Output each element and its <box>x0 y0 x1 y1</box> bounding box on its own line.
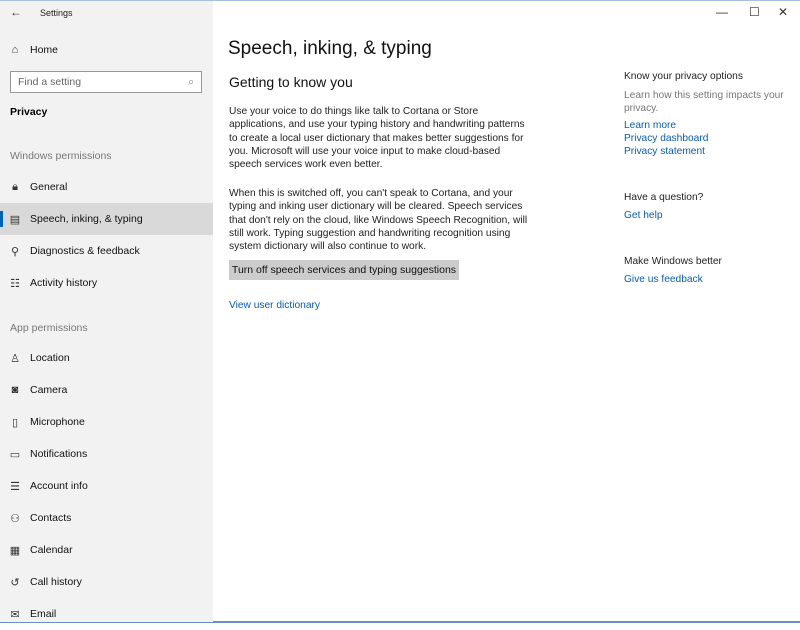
sidebar-item-contacts[interactable]: ⚇Contacts <box>0 502 213 534</box>
privacy-dashboard-link[interactable]: Privacy dashboard <box>624 133 708 144</box>
location-icon: ♙ <box>0 352 30 365</box>
contacts-icon: ⚇ <box>0 512 30 525</box>
activity-icon: ☷ <box>0 277 30 290</box>
sidebar-item-activity-history[interactable]: ☷Activity history <box>0 267 213 299</box>
search-icon: ⌕ <box>188 76 194 88</box>
page-title: Speech, inking, & typing <box>228 38 432 60</box>
mail-icon: ✉ <box>0 608 30 621</box>
sidebar-item-label: Activity history <box>30 277 97 289</box>
sidebar-item-label: Account info <box>30 480 88 492</box>
get-help-link[interactable]: Get help <box>624 210 663 221</box>
section-title: Privacy <box>10 106 47 118</box>
home-icon: ⌂ <box>0 44 30 56</box>
sidebar: ← Settings ⌂Home Find a setting ⌕ Privacy… <box>0 1 213 622</box>
window-title: Settings <box>40 8 73 18</box>
microphone-icon: ▯ <box>0 416 30 429</box>
sidebar-item-label: Speech, inking, & typing <box>30 213 143 225</box>
view-user-dictionary-link[interactable]: View user dictionary <box>229 300 320 311</box>
sidebar-item-label: Email <box>30 608 56 620</box>
search-input[interactable]: Find a setting ⌕ <box>10 71 202 93</box>
notification-icon: ▭ <box>0 448 30 461</box>
group-app-permissions: App permissions <box>10 322 88 334</box>
account-icon: ☰ <box>0 480 30 493</box>
warning-paragraph: When this is switched off, you can't spe… <box>229 187 529 253</box>
sidebar-item-label: Diagnostics & feedback <box>30 245 140 257</box>
sidebar-item-calendar[interactable]: ▦Calendar <box>0 534 213 566</box>
sidebar-item-account-info[interactable]: ☰Account info <box>0 470 213 502</box>
sidebar-item-label: Camera <box>30 384 67 396</box>
sidebar-item-label: Contacts <box>30 512 71 524</box>
privacy-statement-link[interactable]: Privacy statement <box>624 146 705 157</box>
sidebar-item-notifications[interactable]: ▭Notifications <box>0 438 213 470</box>
better-heading: Make Windows better <box>624 256 722 267</box>
sidebar-item-label: General <box>30 181 67 193</box>
clipboard-icon: ▤ <box>0 213 30 226</box>
back-button[interactable]: ← <box>10 5 22 19</box>
sidebar-item-email[interactable]: ✉Email <box>0 598 213 630</box>
description-paragraph: Use your voice to do things like talk to… <box>229 105 529 171</box>
give-feedback-link[interactable]: Give us feedback <box>624 274 703 285</box>
section-subtitle: Getting to know you <box>229 74 353 90</box>
group-windows-permissions: Windows permissions <box>10 150 112 162</box>
sidebar-item-label: Call history <box>30 576 82 588</box>
sidebar-item-microphone[interactable]: ▯Microphone <box>0 406 213 438</box>
lock-icon: 🔒︎ <box>0 181 30 194</box>
sidebar-item-location[interactable]: ♙Location <box>0 342 213 374</box>
turn-off-speech-button[interactable]: Turn off speech services and typing sugg… <box>229 260 459 280</box>
privacy-heading: Know your privacy options <box>624 71 743 82</box>
maximize-button[interactable]: ☐ <box>749 5 760 19</box>
minimize-button[interactable]: — <box>716 5 728 19</box>
search-placeholder: Find a setting <box>18 76 81 88</box>
sidebar-item-label: Home <box>30 44 58 56</box>
feedback-icon: ⚲ <box>0 245 30 258</box>
privacy-text: Learn how this setting impacts your priv… <box>624 89 794 115</box>
learn-more-link[interactable]: Learn more <box>624 120 676 131</box>
history-icon: ↺ <box>0 576 30 589</box>
sidebar-item-label: Notifications <box>30 448 87 460</box>
sidebar-item-label: Calendar <box>30 544 73 556</box>
sidebar-item-home[interactable]: ⌂Home <box>0 34 213 66</box>
sidebar-item-speech-inking-typing[interactable]: ▤Speech, inking, & typing <box>0 203 213 235</box>
sidebar-item-call-history[interactable]: ↺Call history <box>0 566 213 598</box>
camera-icon: ◙ <box>0 384 30 396</box>
sidebar-item-camera[interactable]: ◙Camera <box>0 374 213 406</box>
sidebar-item-diagnostics-feedback[interactable]: ⚲Diagnostics & feedback <box>0 235 213 267</box>
sidebar-item-general[interactable]: 🔒︎General <box>0 171 213 203</box>
settings-window: ← Settings ⌂Home Find a setting ⌕ Privacy… <box>0 0 800 623</box>
calendar-icon: ▦ <box>0 544 30 557</box>
sidebar-item-label: Microphone <box>30 416 85 428</box>
close-button[interactable]: ✕ <box>778 5 788 19</box>
sidebar-item-label: Location <box>30 352 70 364</box>
question-heading: Have a question? <box>624 192 703 203</box>
